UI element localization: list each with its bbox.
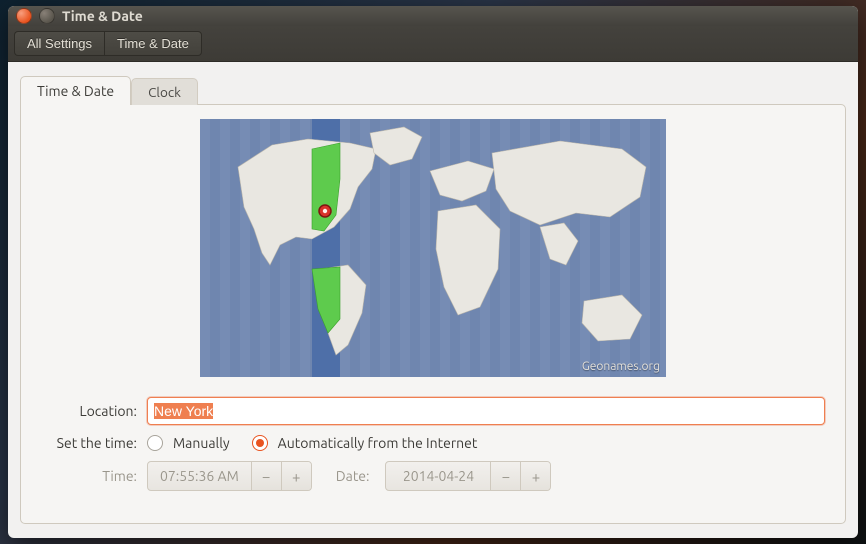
time-label: Time: bbox=[41, 468, 137, 484]
date-value: 2014-04-24 bbox=[386, 462, 490, 490]
radio-automatic-label[interactable]: Automatically from the Internet bbox=[278, 435, 478, 451]
date-label: Date: bbox=[336, 468, 370, 484]
set-time-label: Set the time: bbox=[41, 435, 137, 451]
tab-time-and-date[interactable]: Time & Date bbox=[20, 76, 131, 105]
date-decrement-button[interactable]: − bbox=[490, 462, 520, 490]
date-stepper: 2014-04-24 − + bbox=[385, 461, 551, 491]
set-time-row: Set the time: Manually Automatically fro… bbox=[37, 435, 829, 451]
world-map-icon bbox=[200, 119, 666, 377]
breadcrumb-time-date[interactable]: Time & Date bbox=[104, 31, 202, 56]
radio-automatic[interactable] bbox=[252, 435, 268, 451]
tab-pane-time-and-date: Geonames.org Location: Set the time: Man… bbox=[20, 104, 846, 524]
location-row: Location: bbox=[37, 397, 829, 425]
radio-manually-label[interactable]: Manually bbox=[173, 435, 230, 451]
time-value: 07:55:36 AM bbox=[148, 462, 251, 490]
breadcrumb: All Settings Time & Date bbox=[8, 26, 858, 62]
titlebar: Time & Date bbox=[8, 6, 858, 26]
tab-row: Time & Date Clock bbox=[20, 74, 846, 104]
time-date-row: Time: 07:55:36 AM − + Date: 2014-04-24 −… bbox=[37, 461, 829, 491]
tab-clock[interactable]: Clock bbox=[131, 78, 198, 105]
time-stepper: 07:55:36 AM − + bbox=[147, 461, 312, 491]
date-increment-button[interactable]: + bbox=[520, 462, 550, 490]
time-decrement-button[interactable]: − bbox=[251, 462, 281, 490]
minimize-icon[interactable] bbox=[39, 8, 55, 24]
location-input[interactable] bbox=[147, 397, 825, 425]
content-body: Time & Date Clock bbox=[8, 62, 858, 538]
close-icon[interactable] bbox=[16, 8, 32, 24]
radio-manually[interactable] bbox=[147, 435, 163, 451]
timezone-map[interactable]: Geonames.org bbox=[200, 119, 666, 377]
time-increment-button[interactable]: + bbox=[281, 462, 311, 490]
map-credit: Geonames.org bbox=[582, 360, 660, 373]
breadcrumb-all-settings[interactable]: All Settings bbox=[14, 31, 104, 56]
location-label: Location: bbox=[41, 403, 137, 419]
window-title: Time & Date bbox=[62, 8, 143, 24]
settings-window: Time & Date All Settings Time & Date Tim… bbox=[8, 6, 858, 538]
